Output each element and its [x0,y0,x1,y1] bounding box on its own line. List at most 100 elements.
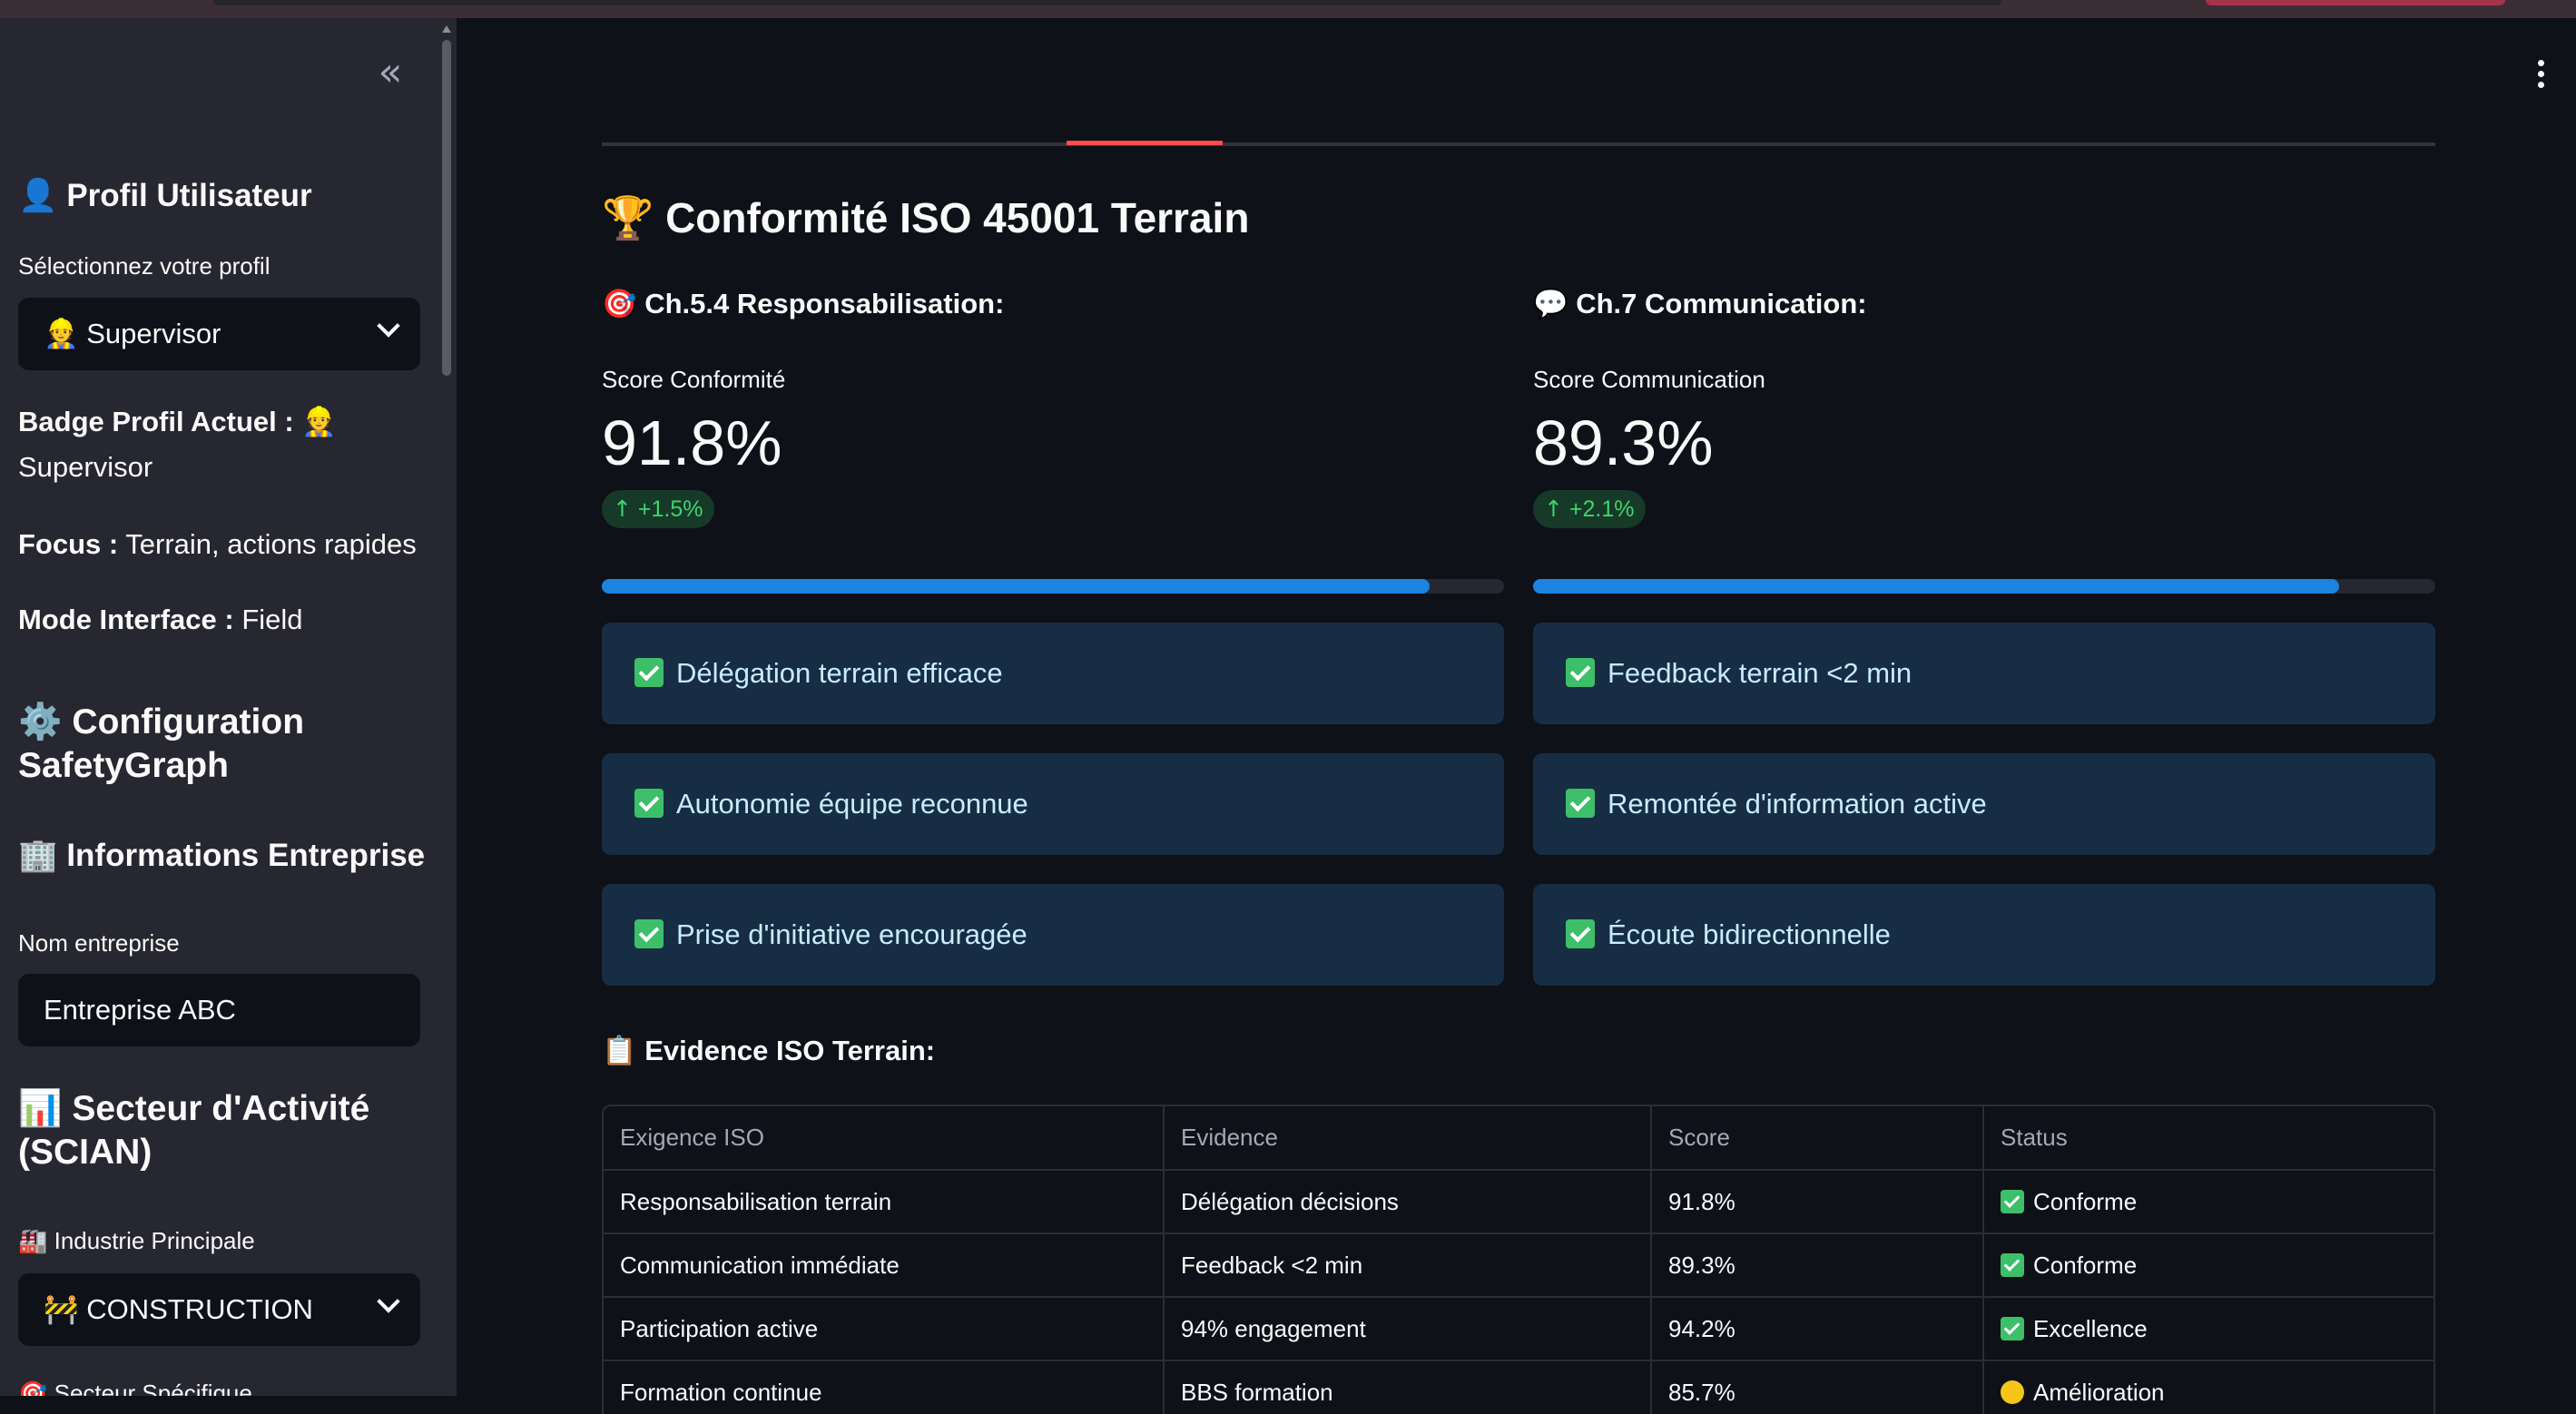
focus-line: Focus : Terrain, actions rapides [18,522,417,567]
config-heading-line1: Configuration [72,702,305,741]
status-cell: Conforme [1983,1170,2433,1234]
table-cell: Participation active [604,1297,1165,1361]
table-cell: 94% engagement [1164,1297,1652,1361]
mode-label: Mode Interface : [18,604,234,635]
gear-icon: ⚙️ [18,702,63,742]
scrollbar-thumb[interactable] [442,40,451,376]
industry-select[interactable]: 🚧 CONSTRUCTION [18,1273,420,1346]
focus-label: Focus : [18,528,119,560]
company-heading-label: Informations Entreprise [66,838,426,873]
table-cell: 85.7% [1651,1360,1984,1414]
evidence-table[interactable]: Exigence ISO Evidence Score Status Respo… [602,1105,2435,1414]
chevron-down-icon [377,1290,400,1313]
column-header[interactable]: Exigence ISO [604,1106,1165,1171]
sector-heading-line2: (SCIAN) [18,1133,152,1172]
success-text: Remontée d'information active [1608,788,1987,820]
responsibility-heading: 🎯 Ch.5.4 Responsabilisation: [602,281,1504,327]
table-row[interactable]: Communication immédiate Feedback <2 min … [604,1233,2433,1298]
page-title-text: Conformité ISO 45001 Terrain [665,194,1250,241]
check-icon [2001,1189,2024,1213]
scroll-up-icon[interactable] [442,25,451,33]
success-box: Remontée d'information active [1533,753,2435,855]
success-text: Écoute bidirectionnelle [1608,918,1891,950]
main-content: 🏆 Conformité ISO 45001 Terrain 🎯 Ch.5.4 … [457,18,2576,1414]
config-heading-line2: SafetyGraph [18,746,229,785]
table-row[interactable]: Participation active 94% engagement 94.2… [604,1297,2433,1361]
table-cell: 89.3% [1651,1233,1984,1298]
trophy-icon: 🏆 [602,193,654,242]
table-row[interactable]: Responsabilisation terrain Délégation dé… [604,1170,2433,1234]
column-header[interactable]: Evidence [1164,1106,1652,1171]
check-icon [2001,1316,2024,1340]
check-icon [1566,657,1595,687]
browser-top-strip [0,0,2576,18]
active-tab-indicator[interactable] [1067,141,1223,145]
success-box: Feedback terrain <2 min [1533,623,2435,724]
progress-fill [602,579,1431,594]
mode-line: Mode Interface : Field [18,597,303,643]
status-text: Conforme [2033,1187,2138,1215]
table-header-row: Exigence ISO Evidence Score Status [604,1106,2433,1171]
success-text: Feedback terrain <2 min [1608,657,1912,689]
profile-select-label: Sélectionnez votre profil [18,252,270,280]
table-cell: Délégation décisions [1164,1170,1652,1234]
badge-value: Supervisor [18,451,153,483]
check-icon [634,657,664,687]
check-icon [1566,918,1595,948]
profile-select-value: Supervisor [86,318,221,349]
config-heading: ⚙️ Configuration SafetyGraph [18,701,304,788]
more-options-icon[interactable] [2535,60,2546,91]
top-strip-bar [213,0,2001,5]
construction-barrier-icon: 🚧 [44,1293,79,1326]
evidence-heading-text: Evidence ISO Terrain: [644,1035,936,1066]
compliance-delta-value: +1.5% [637,496,703,522]
status-cell: Amélioration [1983,1360,2433,1414]
specific-sector-label-text: Secteur Spécifique [54,1380,252,1396]
arrow-up-icon: ↑ [613,496,632,522]
success-box: Écoute bidirectionnelle [1533,884,2435,986]
company-name-input[interactable]: Entreprise ABC [18,974,420,1046]
company-name-label: Nom entreprise [18,929,180,957]
communication-metric-label: Score Communication [1533,366,1765,393]
target-icon: 🎯 [18,1380,48,1396]
responsibility-heading-text: Ch.5.4 Responsabilisation: [644,288,1005,319]
sidebar-scrollbar[interactable] [441,25,452,1396]
compliance-delta-badge: ↑ +1.5% [602,490,714,528]
evidence-heading: 📋 Evidence ISO Terrain: [602,1028,935,1074]
sector-heading-line1: Secteur d'Activité [72,1089,370,1128]
profile-heading-label: Profil Utilisateur [66,178,312,213]
profile-select[interactable]: 👷 Supervisor [18,298,420,370]
compliance-progress-bar [602,579,1504,594]
communication-column: 💬 Ch.7 Communication: Score Communicatio… [1533,281,2435,986]
table-cell: Formation continue [604,1360,1165,1414]
communication-heading-text: Ch.7 Communication: [1576,288,1867,319]
column-header[interactable]: Score [1651,1106,1984,1171]
communication-delta-badge: ↑ +2.1% [1533,490,1646,528]
table-cell: 91.8% [1651,1170,1984,1234]
company-heading: 🏢 Informations Entreprise [18,834,425,878]
column-header[interactable]: Status [1983,1106,2433,1171]
top-strip-accent [2206,0,2505,5]
profile-heading: 👤 Profil Utilisateur [18,174,312,218]
table-row[interactable]: Formation continue BBS formation 85.7% A… [604,1360,2433,1414]
sidebar: « 👤 Profil Utilisateur Sélectionnez votr… [0,18,457,1396]
success-box: Délégation terrain efficace [602,623,1504,724]
worker-icon: 👷 [44,318,79,350]
tab-bar [602,141,2435,146]
user-silhouette-icon: 👤 [18,178,58,214]
success-text: Prise d'initiative encouragée [676,918,1027,950]
badge-label: Badge Profil Actuel : [18,406,294,437]
collapse-sidebar-icon[interactable]: « [372,53,408,93]
check-icon [634,918,664,948]
specific-sector-label: 🎯 Secteur Spécifique [18,1380,252,1396]
industry-select-value: CONSTRUCTION [86,1293,313,1325]
factory-icon: 🏭 [18,1228,48,1255]
mode-value: Field [241,604,303,635]
industry-label: 🏭 Industrie Principale [18,1227,255,1255]
worker-icon: 👷 [301,406,337,438]
bar-chart-icon: 📊 [18,1088,63,1129]
focus-value: Terrain, actions rapides [125,528,417,560]
progress-fill [1533,579,2339,594]
yellow-circle-icon [2001,1380,2024,1404]
success-box: Prise d'initiative encouragée [602,884,1504,986]
